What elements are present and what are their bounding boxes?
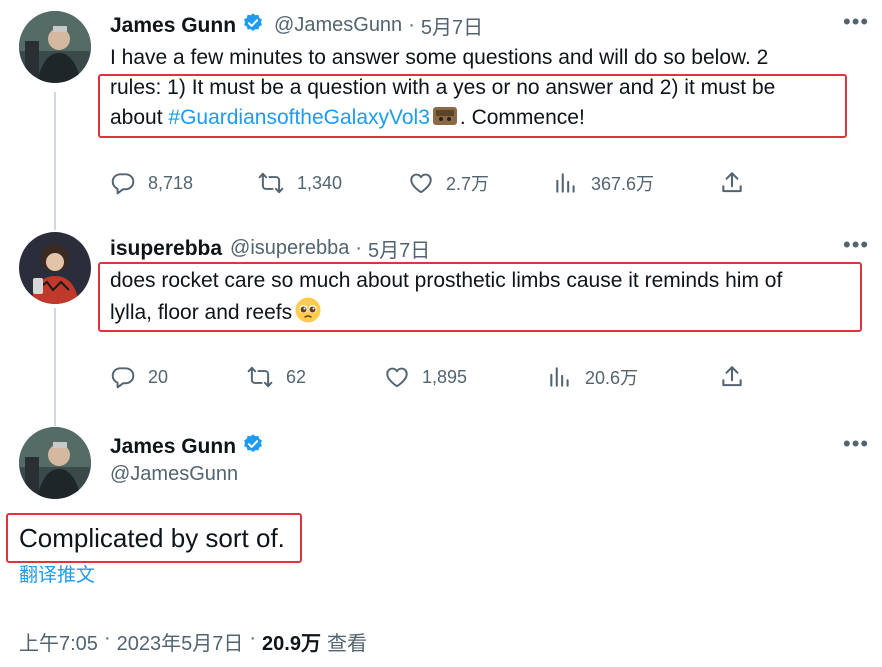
avatar[interactable] xyxy=(19,232,91,304)
tweet-date[interactable]: 5月7日 xyxy=(368,234,430,263)
like-button[interactable]: 2.7万 xyxy=(408,170,489,196)
highlight-box xyxy=(6,513,302,563)
display-name[interactable]: James Gunn xyxy=(110,14,236,38)
reply-count: 8,718 xyxy=(148,172,194,193)
share-button[interactable] xyxy=(719,170,745,196)
like-icon xyxy=(408,170,434,196)
share-button[interactable] xyxy=(719,364,745,390)
tweet-header: James Gunn @JamesGunn · 5月7日 xyxy=(110,11,483,40)
views-count: 367.6万 xyxy=(591,174,655,194)
like-count: 1,895 xyxy=(422,366,468,387)
reply-button[interactable]: 8,718 xyxy=(110,170,193,196)
avatar[interactable] xyxy=(19,11,91,83)
tweet-time[interactable]: 上午7:05 xyxy=(19,627,98,656)
views-button[interactable]: 20.6万 xyxy=(547,364,638,390)
retweet-count: 62 xyxy=(286,366,307,387)
tweet-meta: 上午7:05 · 2023年5月7日 · 20.9万 查看 xyxy=(19,627,367,656)
tweet-date[interactable]: 5月7日 xyxy=(421,11,483,40)
tweet-header: James Gunn xyxy=(110,433,264,460)
avatar[interactable] xyxy=(19,427,91,499)
handle[interactable]: @JamesGunn xyxy=(110,463,238,486)
retweet-icon xyxy=(257,170,285,196)
highlight-box xyxy=(98,262,862,332)
separator: · xyxy=(103,627,111,649)
share-icon xyxy=(719,170,745,196)
retweet-count: 1,340 xyxy=(297,172,343,193)
separator: · xyxy=(408,14,415,36)
highlight-box xyxy=(98,74,847,138)
tweet-header: isuperebba @isuperebba · 5月7日 xyxy=(110,234,430,263)
handle[interactable]: @JamesGunn xyxy=(274,14,402,37)
views-icon xyxy=(553,170,579,196)
tweet-text-line: I have a few minutes to answer some ques… xyxy=(110,46,769,69)
avatar-image xyxy=(19,11,91,83)
views-count: 20.9万 xyxy=(262,633,321,655)
retweet-icon xyxy=(246,364,274,390)
views-count: 20.6万 xyxy=(585,368,639,388)
more-icon[interactable]: ••• xyxy=(843,234,869,256)
like-icon xyxy=(384,364,410,390)
share-icon xyxy=(719,364,745,390)
reply-icon xyxy=(110,170,136,196)
views-button[interactable]: 367.6万 xyxy=(553,170,654,196)
views-label: 查看 xyxy=(326,633,367,655)
verified-badge-icon xyxy=(242,433,264,460)
avatar-image xyxy=(19,427,91,499)
like-count: 2.7万 xyxy=(446,174,490,194)
thread-line xyxy=(54,308,56,426)
more-icon[interactable]: ••• xyxy=(843,11,869,33)
reply-button[interactable]: 20 xyxy=(110,364,168,390)
verified-badge-icon xyxy=(242,12,264,39)
more-icon[interactable]: ••• xyxy=(843,433,869,455)
like-button[interactable]: 1,895 xyxy=(384,364,467,390)
thread-line xyxy=(54,92,56,230)
handle[interactable]: @isuperebba xyxy=(230,237,349,260)
separator: · xyxy=(249,627,257,649)
retweet-button[interactable]: 1,340 xyxy=(257,170,342,196)
display-name[interactable]: isuperebba xyxy=(110,237,222,261)
views-icon xyxy=(547,364,573,390)
reply-count: 20 xyxy=(148,366,169,387)
display-name[interactable]: James Gunn xyxy=(110,435,236,459)
translate-tweet-link[interactable]: 翻译推文 xyxy=(19,560,95,587)
tweet-full-date[interactable]: 2023年5月7日 xyxy=(117,627,244,656)
separator: · xyxy=(355,237,362,259)
reply-icon xyxy=(110,364,136,390)
retweet-button[interactable]: 62 xyxy=(246,364,306,390)
avatar-image xyxy=(19,232,91,304)
